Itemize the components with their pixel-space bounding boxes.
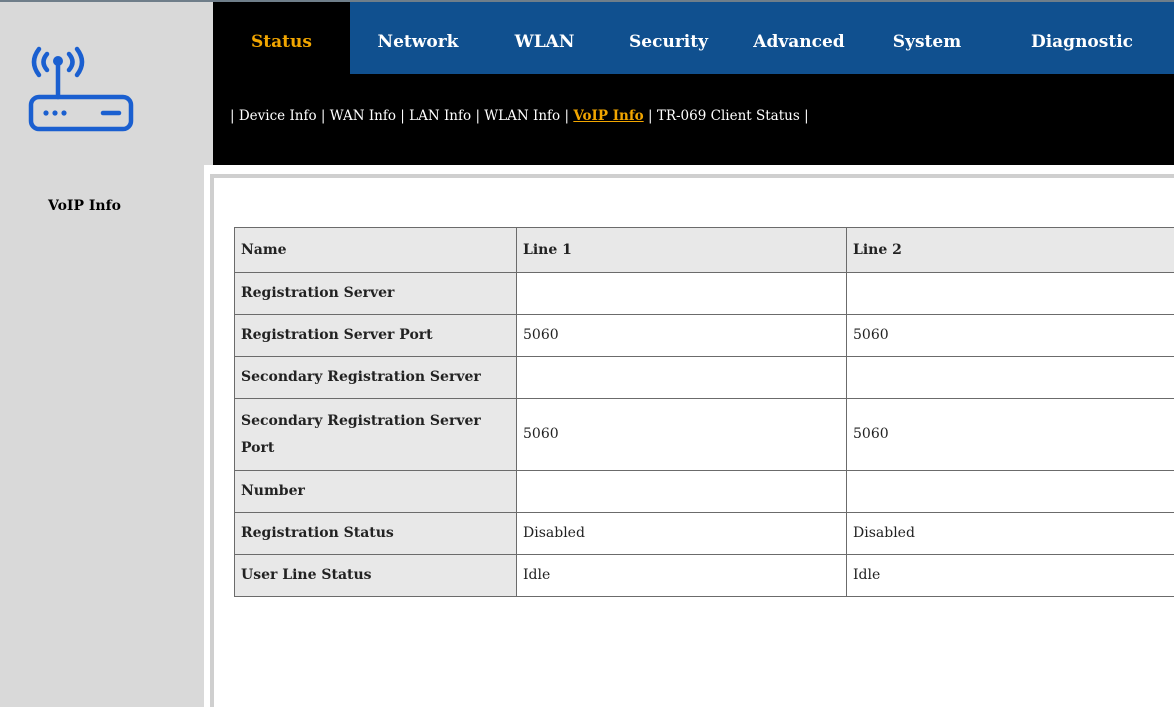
sidebar-item-voip-info[interactable]: VoIP Info <box>48 198 121 214</box>
row-label: Registration Status <box>234 512 517 555</box>
row-label: Registration Server Port <box>234 314 517 357</box>
line2-value: 5060 <box>846 398 1174 471</box>
table-row: User Line Status Idle Idle <box>234 554 1174 597</box>
column-header-line1: Line 1 <box>516 227 847 273</box>
table-row: Registration Server Port 5060 5060 <box>234 314 1174 357</box>
table-row: Number <box>234 470 1174 513</box>
line1-value <box>516 470 847 513</box>
row-label: Secondary Registration Server <box>234 356 517 399</box>
wifi-router-icon <box>28 46 134 132</box>
header: Status Network WLAN Security Advanced Sy… <box>213 2 1174 165</box>
line1-value: 5060 <box>516 314 847 357</box>
subnav-wlan-info[interactable]: WLAN Info <box>484 108 560 124</box>
line2-value <box>846 470 1174 513</box>
line1-value: 5060 <box>516 398 847 471</box>
subnav-device-info[interactable]: Device Info <box>239 108 317 124</box>
line2-value <box>846 272 1174 315</box>
line1-value <box>516 356 847 399</box>
subnav-lan-info[interactable]: LAN Info <box>409 108 471 124</box>
line2-value: Disabled <box>846 512 1174 555</box>
logo-area <box>0 2 213 165</box>
nav-tab-diagnostic[interactable]: Diagnostic <box>990 2 1174 74</box>
row-label: Secondary Registration Server Port <box>234 398 517 471</box>
subnav-voip-info[interactable]: VoIP Info <box>573 108 643 124</box>
line1-value <box>516 272 847 315</box>
line2-value: 5060 <box>846 314 1174 357</box>
row-label: User Line Status <box>234 554 517 597</box>
row-label: Registration Server <box>234 272 517 315</box>
subnav-tr069-client-status[interactable]: TR-069 Client Status <box>657 108 800 124</box>
table-row: Secondary Registration Server Port 5060 … <box>234 398 1174 471</box>
line2-value <box>846 356 1174 399</box>
line2-value: Idle <box>846 554 1174 597</box>
column-header-line2: Line 2 <box>846 227 1174 273</box>
nav-tab-security[interactable]: Security <box>603 2 734 74</box>
nav-tab-system[interactable]: System <box>864 2 990 74</box>
voip-info-table: Name Line 1 Line 2 Registration Server R… <box>234 227 1174 597</box>
table-row: Secondary Registration Server <box>234 356 1174 399</box>
main-nav: Status Network WLAN Security Advanced Sy… <box>213 2 1174 74</box>
line1-value: Idle <box>516 554 847 597</box>
sub-nav: | Device Info | WAN Info | LAN Info | WL… <box>230 108 809 124</box>
table-header-row: Name Line 1 Line 2 <box>234 227 1174 273</box>
nav-tab-network[interactable]: Network <box>350 2 486 74</box>
subnav-wan-info[interactable]: WAN Info <box>330 108 396 124</box>
table-row: Registration Server <box>234 272 1174 315</box>
nav-tab-wlan[interactable]: WLAN <box>486 2 603 74</box>
nav-tab-advanced[interactable]: Advanced <box>734 2 864 74</box>
line1-value: Disabled <box>516 512 847 555</box>
column-header-name: Name <box>234 227 517 273</box>
table-row: Registration Status Disabled Disabled <box>234 512 1174 555</box>
sidebar: VoIP Info <box>0 165 204 707</box>
row-label: Number <box>234 470 517 513</box>
nav-tab-status[interactable]: Status <box>213 2 350 74</box>
